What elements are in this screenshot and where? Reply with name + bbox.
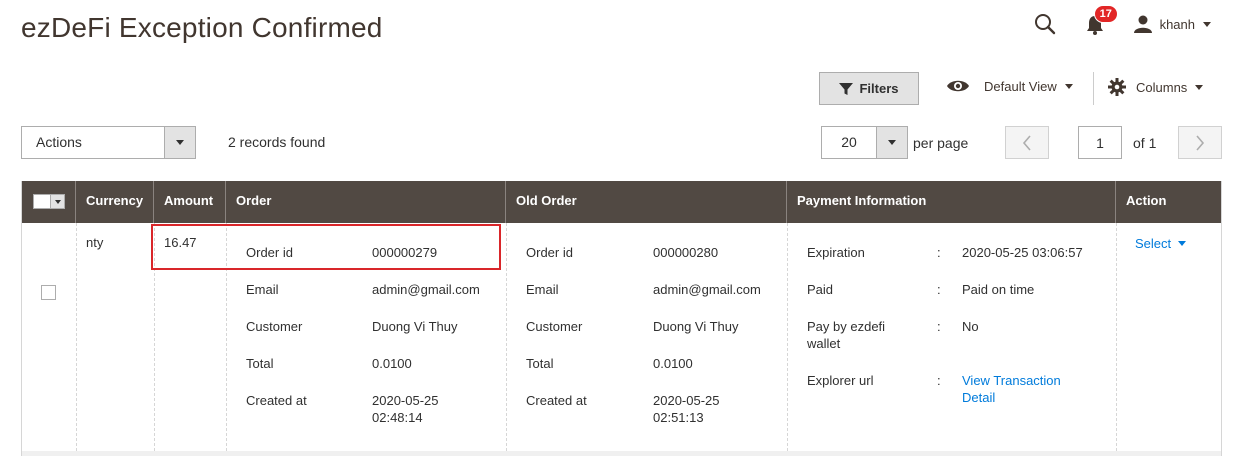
header-amount[interactable]: Amount — [154, 181, 226, 223]
chevron-down-icon — [1178, 241, 1187, 246]
page-title: ezDeFi Exception Confirmed — [21, 12, 383, 43]
old-order-total-label: Total — [526, 356, 554, 371]
old-order-customer-value: Duong Vi Thuy — [653, 319, 739, 334]
toolbar-divider — [1093, 72, 1094, 105]
chevron-down-icon — [176, 140, 184, 145]
row-action-label: Select — [1135, 236, 1172, 251]
mass-actions-label: Actions — [36, 134, 82, 150]
order-email-label: Email — [246, 282, 279, 297]
eye-icon — [947, 80, 969, 92]
old-order-id-value: 000000280 — [653, 245, 719, 260]
user-menu[interactable]: khanh — [1133, 15, 1211, 33]
default-view-dropdown[interactable]: Default View — [946, 78, 1073, 94]
order-customer-value: Duong Vi Thuy — [372, 319, 458, 334]
order-created-date: 2020-05-25 — [372, 393, 439, 408]
row-checkbox[interactable] — [41, 285, 56, 300]
records-count: 2 records found — [228, 134, 326, 150]
old-order-total-value: 0.0100 — [653, 356, 693, 371]
chevron-left-icon — [1022, 134, 1031, 151]
per-page-toggle[interactable] — [876, 127, 907, 158]
header-action: Action — [1126, 193, 1167, 208]
current-page-input[interactable] — [1078, 126, 1122, 159]
colon: : — [937, 373, 941, 388]
chevron-down-icon — [1203, 21, 1211, 27]
filter-icon — [839, 82, 854, 95]
old-order-created-date: 2020-05-25 — [653, 393, 720, 408]
old-order-email-label: Email — [526, 282, 559, 297]
header-currency[interactable]: Currency — [76, 181, 154, 223]
notification-count-badge: 17 — [1093, 5, 1118, 23]
previous-page-button[interactable] — [1005, 126, 1049, 159]
mass-actions-toggle[interactable] — [164, 127, 195, 158]
expiration-label: Expiration — [807, 245, 865, 260]
pay-by-value: No — [962, 319, 979, 334]
chevron-down-icon — [54, 199, 61, 204]
pay-by-label-line1: Pay by ezdefi — [807, 319, 886, 334]
data-grid: Currency Amount Order Old Order Payment … — [21, 181, 1222, 456]
order-total-label: Total — [246, 356, 274, 371]
columns-label: Columns — [1136, 79, 1188, 95]
gear-icon — [1108, 78, 1126, 96]
expiration-value: 2020-05-25 03:06:57 — [962, 245, 1083, 260]
chevron-right-icon — [1196, 134, 1205, 151]
colon: : — [937, 282, 941, 297]
colon: : — [937, 319, 941, 334]
paid-value: Paid on time — [962, 282, 1035, 297]
per-page-select[interactable]: 20 — [821, 126, 908, 159]
order-created-label: Created at — [246, 393, 307, 408]
header-actions: 17 khanh — [1034, 5, 1211, 38]
highlight-annotation-box — [151, 224, 501, 270]
user-icon — [1133, 15, 1152, 33]
chevron-down-icon — [888, 140, 896, 145]
chevron-down-icon — [1195, 84, 1204, 90]
old-order-created-label: Created at — [526, 393, 587, 408]
paid-label: Paid — [807, 282, 834, 297]
colon: : — [937, 245, 941, 260]
mass-select-header — [22, 181, 76, 223]
currency-cell: nty — [86, 235, 104, 250]
search-icon[interactable] — [1034, 13, 1056, 35]
header-payment-information[interactable]: Payment Information — [787, 181, 1116, 223]
explorer-url-label: Explorer url — [807, 373, 874, 388]
grid-bottom-border — [22, 451, 1221, 456]
total-pages-label: of 1 — [1133, 135, 1157, 151]
view-transaction-link-line2[interactable]: Detail — [962, 389, 995, 406]
header-order[interactable]: Order — [226, 181, 506, 223]
mass-select-checkbox[interactable] — [33, 194, 65, 209]
grid-header-row: Currency Amount Order Old Order Payment … — [22, 181, 1221, 223]
next-page-button[interactable] — [1178, 126, 1222, 159]
chevron-down-icon — [1064, 83, 1073, 89]
pay-by-label-line2: wallet — [807, 336, 841, 351]
columns-dropdown[interactable]: Columns — [1108, 78, 1204, 96]
old-order-customer-label: Customer — [526, 319, 583, 334]
order-created-time: 02:48:14 — [372, 410, 423, 425]
order-customer-label: Customer — [246, 319, 303, 334]
order-total-value: 0.0100 — [372, 356, 412, 371]
mass-actions-select[interactable]: Actions — [21, 126, 196, 159]
row-action-select[interactable]: Select — [1135, 236, 1187, 251]
default-view-label: Default View — [984, 78, 1057, 94]
header-old-order[interactable]: Old Order — [506, 181, 787, 223]
old-order-id-label: Order id — [526, 245, 573, 260]
view-transaction-link[interactable]: View Transaction — [962, 372, 1061, 389]
per-page-value: 20 — [841, 134, 857, 150]
filters-button[interactable]: Filters — [819, 72, 919, 105]
notifications-button[interactable]: 17 — [1086, 5, 1118, 35]
order-email-value: admin@gmail.com — [372, 282, 480, 297]
old-order-created-time: 02:51:13 — [653, 410, 704, 425]
per-page-label: per page — [913, 135, 969, 151]
user-name: khanh — [1159, 16, 1195, 32]
old-order-email-value: admin@gmail.com — [653, 282, 761, 297]
filters-label: Filters — [859, 81, 899, 96]
